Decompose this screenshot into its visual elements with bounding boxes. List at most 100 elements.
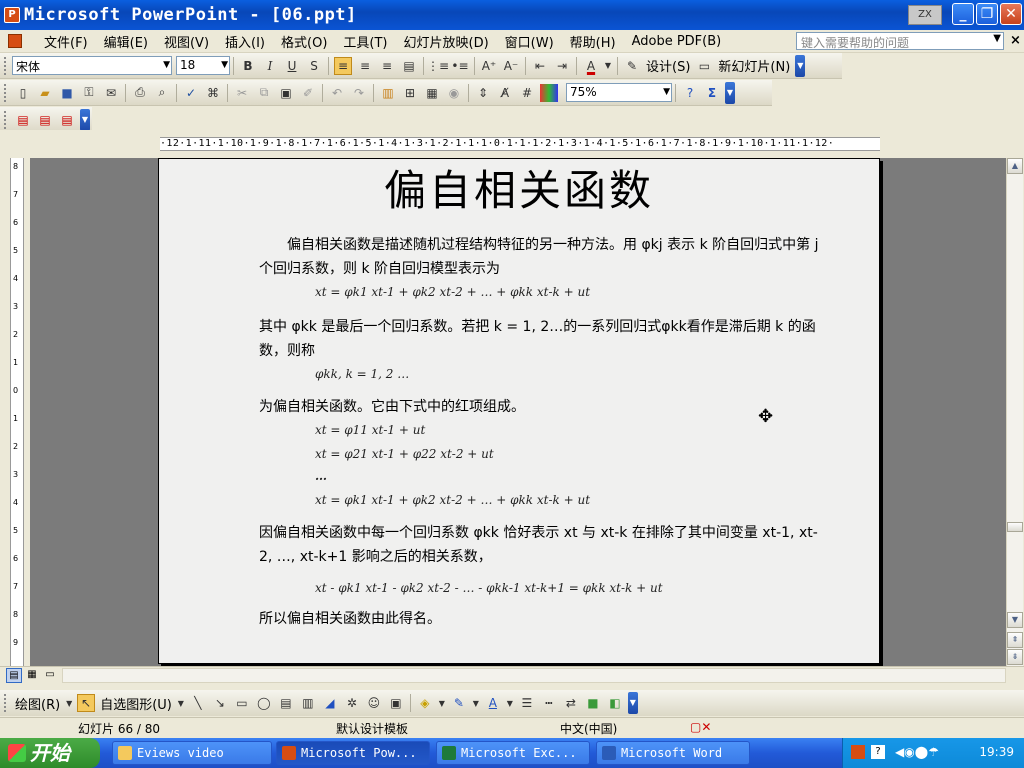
font-color-icon[interactable]: A [582,57,600,75]
autoshapes-button[interactable]: 自选图形(U) [100,694,172,713]
new-slide-button[interactable]: 新幻灯片(N) [718,56,790,75]
vertical-textbox-icon[interactable]: ▥ [299,694,317,712]
next-slide-icon[interactable]: ⇟ [1007,649,1023,665]
help-tray-icon[interactable]: ? [871,745,885,759]
research-icon[interactable]: ⌘ [204,84,222,102]
align-right-icon[interactable]: ≡ [378,57,396,75]
numbering-icon[interactable]: ⋮≡ [427,57,449,75]
toolbar-grip[interactable] [4,694,8,712]
menu-help[interactable]: 帮助(H) [562,32,624,51]
diagram-icon[interactable]: ✲ [343,694,361,712]
normal-view-icon[interactable]: ▤ [6,668,22,683]
oval-icon[interactable]: ◯ [255,694,273,712]
toolbar-grip[interactable] [4,56,8,75]
color-grayscale-icon[interactable] [540,83,558,102]
tables-borders-icon[interactable]: ▦ [423,84,441,102]
menu-insert[interactable]: 插入(I) [217,32,273,51]
toolbar-grip[interactable] [4,110,8,129]
convert-pdf-icon[interactable]: ▤ [14,111,32,129]
clock[interactable]: 19:39 [979,745,1014,759]
line-color-icon[interactable]: ✎ [450,694,468,712]
copy-icon[interactable]: ⧉ [255,84,273,102]
formula-ar-model[interactable]: xt = φk1 xt-1 + φk2 xt-2 + … + φkk xt-k … [315,285,590,299]
arrow-style-icon[interactable]: ⇄ [562,694,580,712]
toolbar-options-icon[interactable]: ▼ [627,692,638,714]
expand-all-icon[interactable]: ⇕ [474,84,492,102]
chevron-down-icon[interactable]: ▼ [438,694,446,712]
task-word[interactable]: Microsoft Word [596,741,750,765]
zoom-select[interactable]: 75% ▼ [566,83,672,102]
menu-view[interactable]: 视图(V) [156,32,217,51]
format-painter-icon[interactable]: ✐ [299,84,317,102]
scroll-down-icon[interactable]: ▼ [1007,612,1023,628]
fill-color-icon[interactable]: ◈ [416,694,434,712]
chevron-down-icon[interactable]: ▼ [604,57,612,75]
restore-button[interactable]: ❐ [976,3,998,25]
hyperlink-icon[interactable]: ◉ [445,84,463,102]
align-center-icon[interactable]: ≡ [356,57,374,75]
increase-font-icon[interactable]: A⁺ [480,57,498,75]
bold-button[interactable]: B [239,57,257,75]
draw-menu-button[interactable]: 绘图(R) [15,694,60,713]
dash-style-icon[interactable]: ┅ [540,694,558,712]
arrow-icon[interactable]: ↘ [211,694,229,712]
picture-icon[interactable]: ▣ [387,694,405,712]
powerpoint-app-icon[interactable]: P [4,7,20,23]
menu-edit[interactable]: 编辑(E) [96,32,156,51]
save-icon[interactable]: ■ [58,84,76,102]
chevron-down-icon[interactable]: ▼ [993,33,1001,44]
print-preview-icon[interactable]: ⌕ [153,84,171,102]
bullets-icon[interactable]: •≡ [451,57,469,75]
help-search-input[interactable]: 键入需要帮助的问题 ▼ [796,32,1004,50]
font-size-select[interactable]: 18 ▼ [176,56,230,75]
line-icon[interactable]: ╲ [189,694,207,712]
document-icon[interactable] [8,34,22,48]
task-eviews-video[interactable]: Eviews video [112,741,272,765]
align-left-icon[interactable]: ≡ [334,56,352,75]
slide-paragraph-intro[interactable]: 偏自相关函数是描述随机过程结构特征的另一种方法。用 φkj 表示 k 阶自回归式… [259,233,819,281]
menu-format[interactable]: 格式(O) [273,32,335,51]
formatting-toggle-icon[interactable]: A̸ [496,84,514,102]
insert-table-icon[interactable]: ⊞ [401,84,419,102]
paste-icon[interactable]: ▣ [277,84,295,102]
new-document-icon[interactable]: ▯ [14,84,32,102]
increase-indent-icon[interactable]: ⇥ [553,57,571,75]
help-icon[interactable]: ? [681,84,699,102]
toolbar-options-icon[interactable]: ▼ [80,108,90,131]
menu-file[interactable]: 文件(F) [36,32,96,51]
slide-paragraph-definition[interactable]: 其中 φkk 是最后一个回归系数。若把 k = 1, 2…的一系列回归式φkk看… [259,315,819,363]
ime-indicator-icon[interactable]: ZX [908,5,942,25]
chevron-down-icon[interactable]: ▼ [65,694,73,712]
grid-icon[interactable]: # [518,84,536,102]
wordart-icon[interactable]: ◢ [321,694,339,712]
line-style-icon[interactable]: ☰ [518,694,536,712]
menu-window[interactable]: 窗口(W) [497,32,562,51]
toolbar-grip[interactable] [4,83,8,102]
close-button[interactable]: ✕ [1000,3,1022,25]
start-button[interactable]: 开始 [0,738,100,768]
underline-button[interactable]: U [283,57,301,75]
horizontal-ruler[interactable]: ·12·1·11·1·10·1·9·1·8·1·7·1·6·1·5·1·4·1·… [160,137,880,151]
3d-style-icon[interactable]: ◧ [606,694,624,712]
slide-paragraph-composition[interactable]: 为偏自相关函数。它由下式中的红项组成。 [259,395,819,419]
permission-icon[interactable]: ⚿ [80,84,98,102]
slide-paragraph-conclusion[interactable]: 所以偏自相关函数由此得名。 [259,607,819,631]
select-pointer-icon[interactable]: ↖ [77,694,96,712]
chevron-down-icon[interactable]: ▼ [163,57,170,74]
clipart-icon[interactable]: ☺ [365,694,383,712]
document-close-icon[interactable]: × [1010,33,1021,48]
undo-icon[interactable]: ↶ [328,84,346,102]
design-button[interactable]: 设计(S) [646,56,690,75]
rectangle-icon[interactable]: ▭ [233,694,251,712]
slide-title[interactable]: 偏自相关函数 [159,158,879,218]
chevron-down-icon[interactable]: ▼ [221,57,228,74]
textbox-icon[interactable]: ▤ [277,694,295,712]
decrease-indent-icon[interactable]: ⇤ [531,57,549,75]
formula-ellipsis[interactable]: … [315,469,327,483]
spelling-icon[interactable]: ✓ [182,84,200,102]
sum-icon[interactable]: Σ [703,84,721,102]
chevron-down-icon[interactable]: ▼ [177,694,185,712]
chevron-down-icon[interactable]: ▼ [663,84,670,101]
menu-tools[interactable]: 工具(T) [335,32,395,51]
vertical-ruler[interactable]: 8 7 6 5 4 3 2 1 0 1 2 3 4 5 6 7 8 9 [10,158,24,666]
